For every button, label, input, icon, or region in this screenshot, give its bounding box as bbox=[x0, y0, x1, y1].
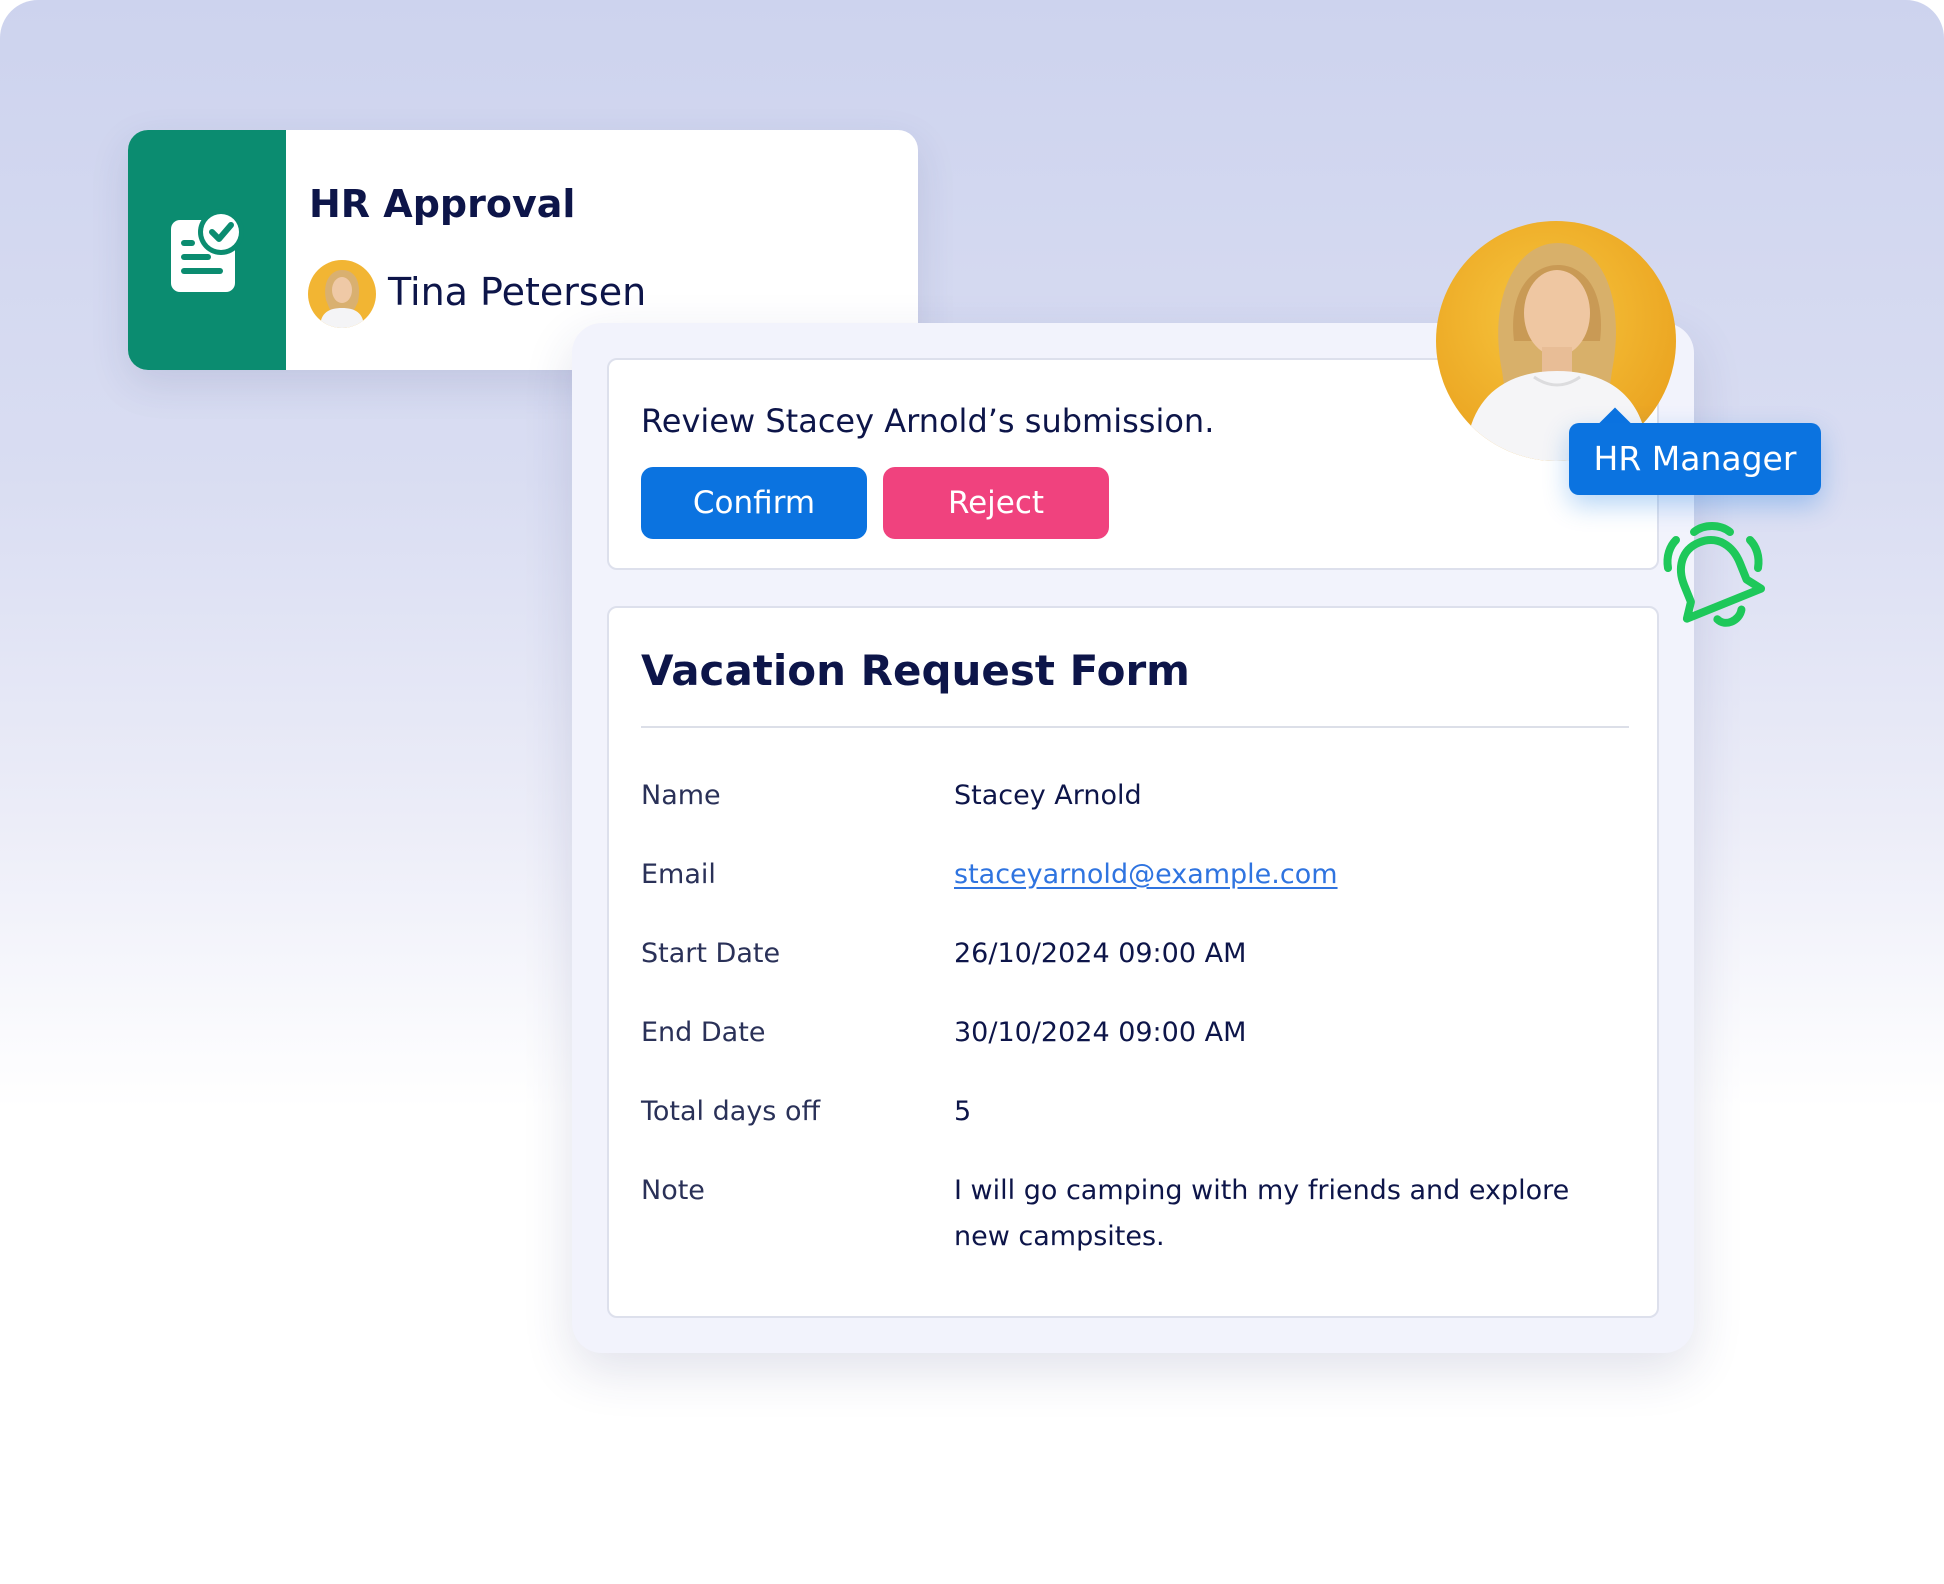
end-date-label: End Date bbox=[641, 1017, 766, 1048]
page-canvas: HR Approval Tina Petersen Review Stacey … bbox=[0, 0, 1944, 1584]
approval-title: HR Approval bbox=[309, 182, 576, 226]
note-label: Note bbox=[641, 1175, 705, 1206]
reject-button[interactable]: Reject bbox=[883, 467, 1109, 539]
start-date-label: Start Date bbox=[641, 938, 781, 969]
email-label: Email bbox=[641, 859, 716, 890]
email-link[interactable]: staceyarnold@example.com bbox=[954, 859, 1338, 890]
vacation-request-form: Vacation Request Form Name Stacey Arnold… bbox=[607, 606, 1659, 1318]
form-title: Vacation Request Form bbox=[641, 646, 1190, 695]
approver-name: Tina Petersen bbox=[388, 270, 647, 314]
document-check-icon bbox=[171, 209, 244, 292]
confirm-button[interactable]: Confirm bbox=[641, 467, 867, 539]
note-value: I will go camping with my friends and ex… bbox=[954, 1175, 1570, 1252]
bell-icon bbox=[1663, 522, 1766, 627]
hr-manager-badge: HR Manager bbox=[1569, 423, 1821, 495]
start-date-value: 26/10/2024 09:00 AM bbox=[954, 938, 1247, 969]
review-prompt: Review Stacey Arnold’s submission. bbox=[641, 402, 1215, 440]
approver-avatar bbox=[308, 260, 376, 328]
approval-card-sidebar bbox=[128, 130, 286, 370]
total-days-off-label: Total days off bbox=[641, 1096, 821, 1127]
approver-avatar-image bbox=[308, 260, 376, 328]
request-panel: Review Stacey Arnold’s submission. Confi… bbox=[572, 323, 1694, 1353]
total-days-off-value: 5 bbox=[954, 1096, 972, 1127]
name-value: Stacey Arnold bbox=[954, 780, 1142, 811]
name-label: Name bbox=[641, 780, 721, 811]
form-divider bbox=[641, 726, 1629, 728]
end-date-value: 30/10/2024 09:00 AM bbox=[954, 1017, 1247, 1048]
